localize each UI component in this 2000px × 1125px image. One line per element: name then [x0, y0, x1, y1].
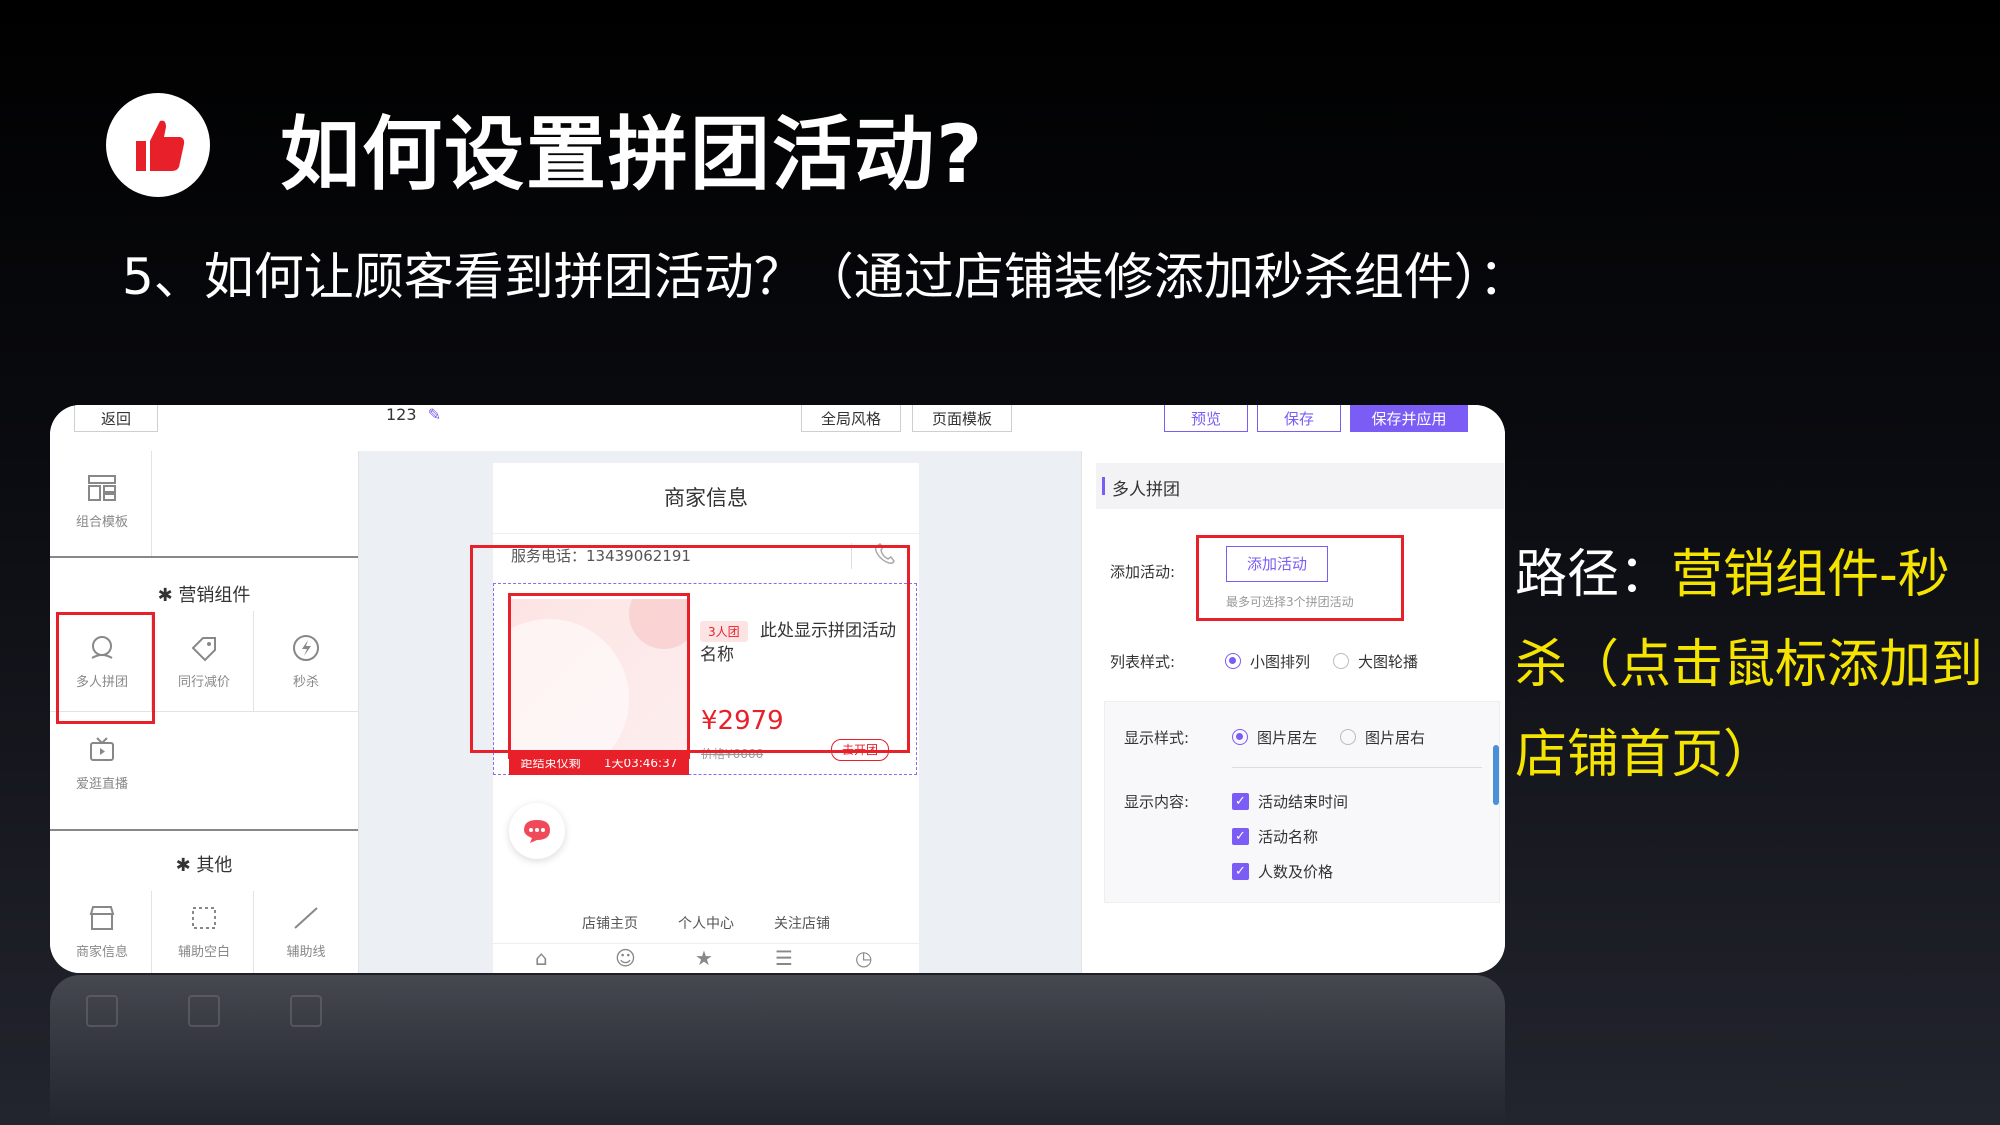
live-stream-label: 爱逛直播 [75, 776, 128, 792]
add-activity-label: 添加活动: [1110, 563, 1176, 581]
preview-button[interactable]: 预览 [1164, 405, 1248, 432]
editor-screenshot: 返回 123 ✎ 全局风格 页面模板 预览 保存 保存并应用 组合模板 ✱ 营销… [50, 405, 1505, 973]
clock-icon[interactable]: ◷ [855, 946, 872, 970]
slide-title: 如何设置拼团活动? [280, 108, 985, 201]
layout-icon [87, 473, 117, 503]
radio-image-right[interactable] [1340, 729, 1356, 745]
list-style-label: 列表样式: [1110, 653, 1176, 671]
page-template-button[interactable]: 页面模板 [912, 405, 1012, 432]
back-button[interactable]: 返回 [74, 405, 158, 432]
component-blank[interactable]: 辅助空白 [154, 891, 254, 971]
star-icon[interactable]: ★ [695, 946, 713, 970]
component-flash-sale[interactable]: 秒杀 [256, 611, 356, 711]
puzzle-icon: ✱ [175, 855, 197, 876]
editor-topbar: 返回 123 ✎ 全局风格 页面模板 预览 保存 保存并应用 [50, 405, 1505, 452]
save-apply-button[interactable]: 保存并应用 [1350, 405, 1468, 432]
thumbs-up-icon [136, 120, 185, 171]
footer-link-home[interactable]: 店铺主页 [582, 913, 638, 933]
panel-reflection [50, 975, 1505, 1125]
highlight-group-buy [56, 612, 155, 724]
component-live-stream[interactable]: 爱逛直播 [52, 713, 152, 813]
blank-space-icon [189, 903, 219, 933]
bottom-tab-bar: ⌂ ☺ ★ ☰ ◷ [493, 943, 919, 973]
option-activity-name: 活动名称 [1258, 828, 1319, 846]
divider-label: 辅助线 [286, 944, 326, 960]
option-small-list: 小图排列 [1250, 653, 1311, 671]
flash-sale-label: 秒杀 [292, 674, 319, 690]
settings-panel: 多人拼团 添加活动: 添加活动 最多可选择3个拼团活动 列表样式: 小图排列 大… [1081, 451, 1505, 973]
checkbox-people-price[interactable]: ✓ [1232, 863, 1249, 880]
settings-section-title: 多人拼团 [1112, 480, 1180, 500]
chat-button[interactable] [509, 803, 565, 859]
display-content-label: 显示内容: [1124, 793, 1190, 811]
path-label: 路径： [1515, 545, 1672, 605]
footer-links: 店铺主页 个人中心 关注店铺 [493, 913, 919, 933]
marketing-section-title: ✱ 营销组件 [157, 585, 251, 606]
scrollbar-thumb[interactable] [1493, 745, 1499, 805]
other-section-title: ✱ 其他 [175, 855, 233, 876]
lightning-icon [291, 633, 321, 663]
path-description: 路径：营销组件-秒杀（点击鼠标添加到店铺首页） [1515, 530, 1985, 800]
home-icon[interactable]: ⌂ [535, 946, 548, 970]
puzzle-icon: ✱ [157, 585, 179, 606]
combo-template-label: 组合模板 [75, 514, 128, 530]
store-icon [87, 903, 117, 933]
option-end-time: 活动结束时间 [1258, 793, 1349, 811]
line-icon [291, 903, 321, 933]
radio-carousel[interactable] [1333, 653, 1349, 669]
highlight-add-activity [1196, 535, 1404, 621]
option-image-right: 图片居右 [1365, 729, 1426, 747]
tv-icon [87, 735, 117, 765]
component-store-info[interactable]: 商家信息 [52, 891, 152, 971]
chat-icon [524, 820, 550, 843]
component-price-cut[interactable]: 同行减价 [154, 611, 254, 711]
global-style-button[interactable]: 全局风格 [801, 405, 901, 432]
highlight-product-image [508, 593, 690, 759]
list-icon[interactable]: ☰ [775, 946, 793, 970]
option-image-left: 图片居左 [1257, 729, 1318, 747]
checkbox-activity-name[interactable]: ✓ [1232, 828, 1249, 845]
component-divider[interactable]: 辅助线 [256, 891, 356, 971]
phone-header-title: 商家信息 [493, 463, 919, 534]
slide-subtitle: 5、如何让顾客看到拼团活动？（通过店铺装修添加秒杀组件）： [122, 248, 1529, 306]
option-carousel: 大图轮播 [1358, 653, 1419, 671]
footer-link-profile[interactable]: 个人中心 [678, 913, 734, 933]
blank-label: 辅助空白 [177, 944, 230, 960]
thumbs-up-logo [106, 93, 210, 197]
edit-icon[interactable]: ✎ [428, 405, 441, 424]
checkbox-end-time[interactable]: ✓ [1232, 793, 1249, 810]
settings-header: 多人拼团 [1096, 463, 1504, 509]
page-name-text: 123 [386, 405, 417, 424]
radio-small-list[interactable] [1225, 653, 1241, 669]
store-info-label: 商家信息 [75, 944, 128, 960]
user-icon[interactable]: ☺ [615, 946, 636, 970]
tag-icon [189, 633, 219, 663]
price-cut-label: 同行减价 [177, 674, 230, 690]
save-button[interactable]: 保存 [1257, 405, 1341, 432]
page-name: 123 ✎ [386, 405, 441, 424]
display-style-label: 显示样式: [1124, 729, 1190, 747]
radio-image-left[interactable] [1232, 729, 1248, 745]
footer-link-follow[interactable]: 关注店铺 [774, 913, 830, 933]
combo-template-item[interactable]: 组合模板 [52, 451, 152, 551]
option-people-price: 人数及价格 [1258, 863, 1334, 881]
